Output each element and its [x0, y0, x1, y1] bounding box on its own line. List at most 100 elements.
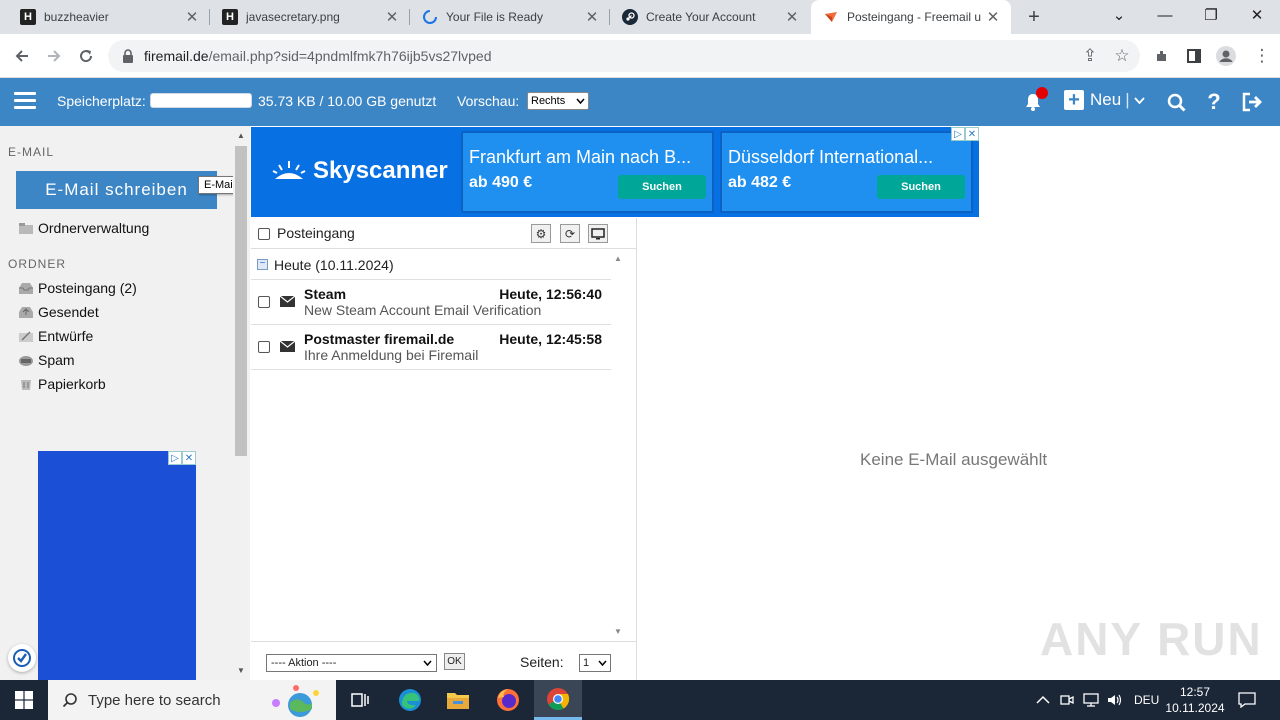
- display-icon[interactable]: [588, 224, 608, 243]
- firefox-icon[interactable]: [484, 680, 532, 720]
- url-text: firemail.de/email.php?sid=4pndmlfmk7h76i…: [144, 48, 492, 64]
- minimize-icon[interactable]: —: [1142, 0, 1188, 30]
- logout-icon[interactable]: [1241, 90, 1265, 114]
- settings-gears-icon[interactable]: ⚙: [531, 224, 551, 243]
- meet-now-icon[interactable]: [1060, 680, 1074, 720]
- browser-toolbar: firemail.de/email.php?sid=4pndmlfmk7h76i…: [0, 34, 1280, 78]
- address-bar[interactable]: firemail.de/email.php?sid=4pndmlfmk7h76i…: [108, 40, 1140, 72]
- banner-advertisement[interactable]: Skyscanner Frankfurt am Main nach B... a…: [251, 127, 979, 217]
- close-tab-icon[interactable]: ✕: [184, 8, 200, 26]
- network-icon[interactable]: [1083, 680, 1099, 720]
- storage-label: Speicherplatz:: [57, 93, 146, 109]
- page-select[interactable]: 1: [579, 654, 611, 672]
- mail-group-header[interactable]: − Heute (10.11.2024): [251, 250, 611, 280]
- bookmark-star-icon[interactable]: ☆: [1108, 42, 1136, 70]
- mail-checkbox[interactable]: [258, 341, 270, 353]
- browser-tab-active[interactable]: Posteingang - Freemail u ✕: [811, 0, 1011, 34]
- back-icon[interactable]: [8, 42, 36, 70]
- browser-menu-icon[interactable]: ⋮: [1248, 42, 1276, 70]
- side-panel-icon[interactable]: [1180, 42, 1208, 70]
- folder-title: Posteingang: [277, 225, 355, 241]
- sidebar-item-inbox[interactable]: Posteingang (2): [18, 280, 137, 296]
- close-tab-icon[interactable]: ✕: [985, 8, 1001, 26]
- close-tab-icon[interactable]: ✕: [384, 8, 400, 26]
- drafts-icon: [19, 330, 33, 342]
- storage-progress-bar: [150, 93, 252, 108]
- browser-tab[interactable]: Create Your Account ✕: [610, 0, 810, 34]
- chrome-icon[interactable]: [534, 680, 582, 720]
- browser-tab[interactable]: H javasecretary.png ✕: [210, 0, 410, 34]
- sidebar: E-MAIL E-Mail schreiben E-Mail Ordnerver…: [0, 126, 250, 680]
- mail-list-scrollbar[interactable]: ▲ ▼: [611, 250, 625, 640]
- adchoices-icon[interactable]: ▷: [951, 127, 965, 141]
- sidebar-item-sent[interactable]: Gesendet: [18, 304, 99, 320]
- spam-icon: [19, 355, 33, 366]
- sidebar-item-spam[interactable]: Spam: [18, 352, 75, 368]
- close-window-icon[interactable]: ✕: [1234, 0, 1280, 30]
- browser-tab-strip: H buzzheavier ✕ H javasecretary.png ✕ Yo…: [0, 0, 1280, 34]
- browser-tab[interactable]: Your File is Ready ✕: [410, 0, 610, 34]
- taskbar-search-box[interactable]: Type here to search: [48, 680, 336, 720]
- mail-checkbox[interactable]: [258, 296, 270, 308]
- extensions-icon[interactable]: [1148, 42, 1176, 70]
- ok-button[interactable]: OK: [444, 653, 465, 670]
- h-letter-icon: H: [20, 9, 36, 25]
- input-language-indicator[interactable]: DEU: [1134, 680, 1159, 720]
- sidebar-section-folders: ORDNER: [8, 257, 67, 271]
- notification-center-icon[interactable]: [1238, 680, 1256, 720]
- mail-list-item[interactable]: Postmaster firemail.de Heute, 12:45:58 I…: [251, 325, 611, 370]
- chevron-down-icon: [423, 660, 432, 666]
- new-tab-button[interactable]: +: [1022, 5, 1046, 29]
- pane-divider[interactable]: [636, 218, 637, 680]
- sidebar-item-folder-management[interactable]: Ordnerverwaltung: [18, 220, 149, 236]
- new-button[interactable]: + Neu |: [1064, 89, 1145, 111]
- preview-position-select[interactable]: Rechts: [527, 92, 589, 110]
- menu-hamburger-icon[interactable]: [14, 92, 36, 110]
- file-explorer-icon[interactable]: [434, 680, 482, 720]
- ad-deal-card[interactable]: Frankfurt am Main nach B... ab 490 € Suc…: [461, 131, 714, 213]
- close-ad-icon[interactable]: ✕: [965, 127, 979, 141]
- mail-subject: Ihre Anmeldung bei Firemail: [304, 347, 479, 363]
- close-ad-icon[interactable]: ✕: [182, 451, 196, 465]
- action-select[interactable]: ---- Aktion ----: [266, 654, 437, 672]
- share-icon[interactable]: ⇪: [1076, 42, 1104, 70]
- close-tab-icon[interactable]: ✕: [584, 8, 600, 26]
- forward-icon[interactable]: [40, 42, 68, 70]
- close-tab-icon[interactable]: ✕: [784, 8, 800, 26]
- select-all-checkbox[interactable]: [258, 228, 270, 240]
- ad-search-button[interactable]: Suchen: [618, 175, 706, 199]
- sidebar-item-trash[interactable]: Papierkorb: [18, 376, 106, 392]
- privacy-shield-icon[interactable]: [8, 644, 36, 672]
- ad-search-button[interactable]: Suchen: [877, 175, 965, 199]
- sidebar-scrollbar[interactable]: ▲ ▼: [233, 126, 250, 680]
- tab-title: Posteingang - Freemail u: [847, 10, 982, 24]
- sidebar-item-label: Papierkorb: [38, 376, 106, 392]
- sent-icon: [19, 306, 33, 318]
- help-icon[interactable]: ?: [1202, 89, 1226, 114]
- refresh-icon[interactable]: ⟳: [560, 224, 580, 243]
- mail-list-item[interactable]: Steam Heute, 12:56:40 New Steam Account …: [251, 280, 611, 325]
- lock-icon[interactable]: [122, 49, 134, 63]
- adchoices-icon[interactable]: ▷: [168, 451, 182, 465]
- profile-avatar-icon[interactable]: [1212, 42, 1240, 70]
- windows-start-icon[interactable]: [0, 680, 48, 720]
- browser-tab[interactable]: H buzzheavier ✕: [8, 0, 210, 34]
- volume-icon[interactable]: [1107, 680, 1123, 720]
- scrollbar-thumb[interactable]: [235, 146, 247, 456]
- ad-deal-card[interactable]: Düsseldorf International... ab 482 € Suc…: [720, 131, 973, 213]
- sidebar-advertisement[interactable]: ▷ ✕: [38, 451, 196, 680]
- tab-search-icon[interactable]: ⌄: [1096, 0, 1142, 30]
- taskbar-clock[interactable]: 12:57 10.11.2024: [1160, 684, 1230, 716]
- envelope-icon: [280, 341, 295, 352]
- sidebar-item-drafts[interactable]: Entwürfe: [18, 328, 93, 344]
- search-icon[interactable]: [1164, 90, 1188, 114]
- reload-icon[interactable]: [72, 42, 100, 70]
- edge-browser-icon[interactable]: [386, 680, 434, 720]
- task-view-icon[interactable]: [336, 680, 384, 720]
- chevron-down-icon: [1133, 96, 1145, 104]
- collapse-icon[interactable]: −: [257, 259, 268, 270]
- show-hidden-icons-icon[interactable]: [1036, 680, 1050, 720]
- restore-icon[interactable]: ❐: [1188, 0, 1234, 30]
- compose-button[interactable]: E-Mail schreiben: [16, 171, 217, 209]
- sidebar-item-label: Gesendet: [38, 304, 99, 320]
